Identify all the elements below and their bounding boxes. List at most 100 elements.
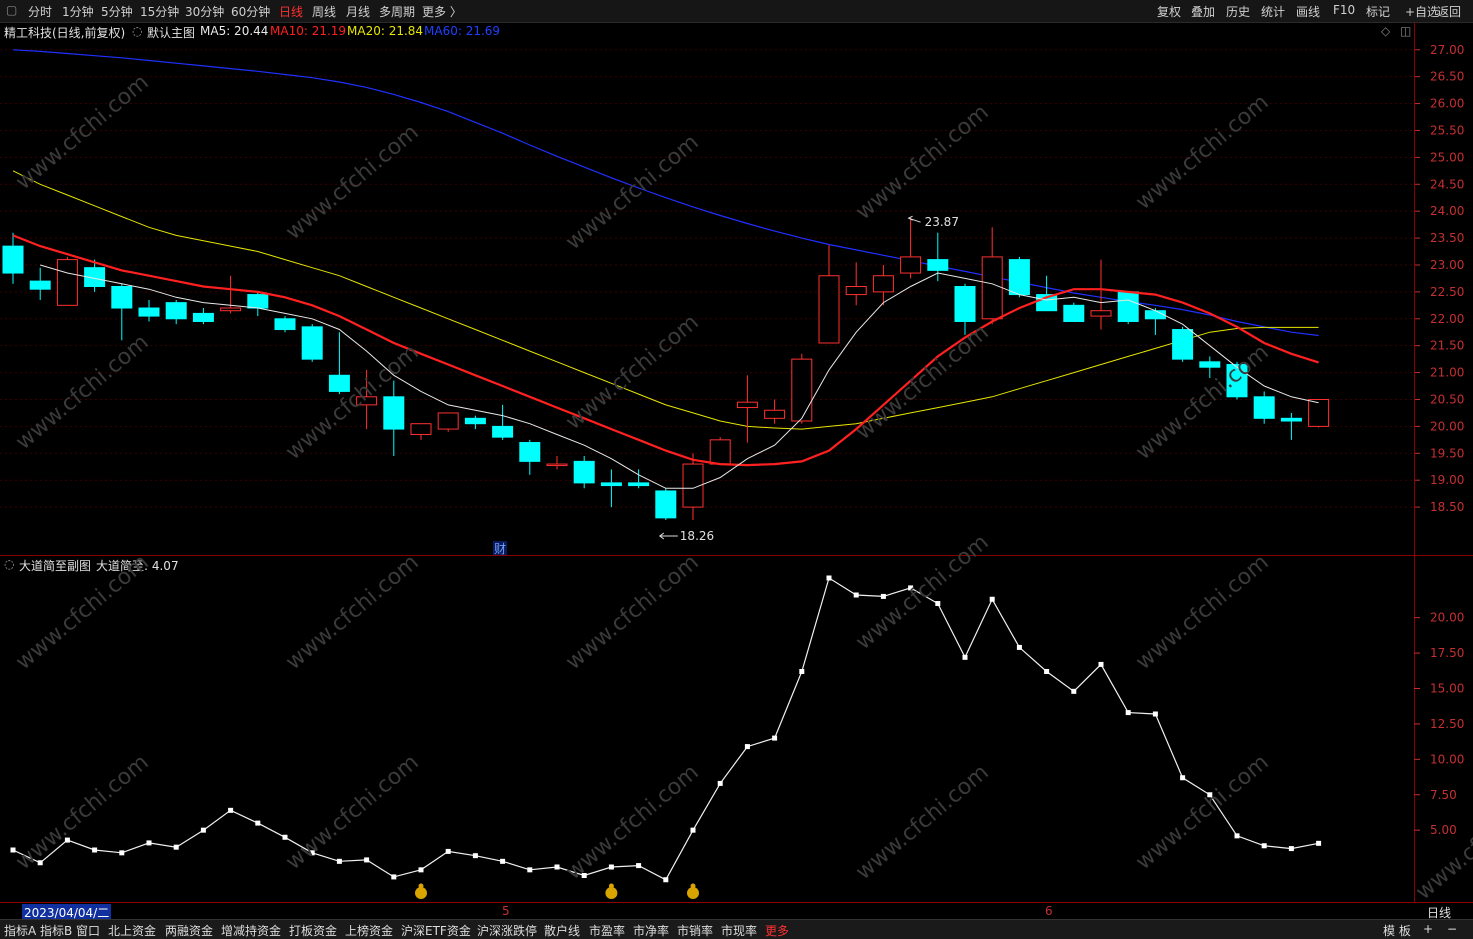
tool-button-7[interactable]: +自选 (1405, 3, 1439, 20)
month-label-5: 5 (502, 904, 510, 918)
period-tab-6[interactable]: 日线 (279, 3, 303, 20)
sub-y-tick-label: 15.00 (1430, 682, 1464, 696)
candle-body (356, 396, 378, 406)
indicator-chart[interactable]: 5.00 7.50 10.00 12.50 15.00 17.50 20.00 (0, 556, 1473, 902)
tool-button-6[interactable]: 标记 (1366, 3, 1390, 20)
indicator-tab-9[interactable]: 沪深涨跌停 (477, 922, 537, 939)
money-bag-knot (690, 883, 696, 889)
candle-body (247, 294, 269, 309)
candle-body (464, 417, 486, 425)
sub-y-tick-label: 12.50 (1430, 717, 1464, 731)
indicator-point (935, 601, 941, 606)
money-bag-icon (605, 887, 618, 899)
period-tab-10[interactable]: 更多 〉 (422, 3, 462, 20)
candle-body (1117, 291, 1139, 322)
indicator-point (255, 820, 261, 826)
candle-body (138, 307, 160, 317)
period-tab-4[interactable]: 30分钟 (185, 3, 224, 20)
indicator-tab-8[interactable]: 沪深ETF资金 (401, 922, 471, 939)
candle-body (954, 286, 976, 322)
period-tab-9[interactable]: 多周期 (379, 3, 415, 20)
tool-button-0[interactable]: 复权 (1157, 3, 1181, 20)
money-bag-icon (415, 887, 427, 899)
sub-y-tick-label: 7.50 (1430, 788, 1457, 802)
indicator-point (581, 873, 587, 878)
indicator-tab-14[interactable]: 市现率 (721, 922, 757, 939)
candle-body (1226, 364, 1248, 398)
indicator-point (690, 827, 696, 833)
y-tick-label: 27.00 (1430, 43, 1464, 57)
bottom-right-button-1[interactable]: + (1423, 922, 1433, 936)
indicator-tab-1[interactable]: 指标B (40, 922, 72, 939)
candle-body (192, 312, 214, 322)
bottom-right-button-2[interactable]: − (1447, 922, 1457, 936)
candle-body (29, 280, 51, 290)
top-toolbar: ▢ 分时 1分钟 5分钟 15分钟 30分钟 60分钟 日线 周线 月线 多周期 更多 〉 复权 叠加 历史… (0, 0, 1473, 23)
tool-button-5[interactable]: F10 (1333, 3, 1355, 17)
period-tab-3[interactable]: 15分钟 (140, 3, 179, 20)
indicator-tab-4[interactable]: 两融资金 (165, 922, 213, 939)
indicator-point (1044, 669, 1050, 674)
candle-body (519, 442, 541, 462)
indicator-tab-5[interactable]: 增减持资金 (221, 922, 281, 939)
candle-body (165, 302, 187, 320)
indicator-point (880, 593, 886, 599)
indicator-tab-15[interactable]: 更多 (765, 922, 789, 939)
tool-button-4[interactable]: 画线 (1296, 3, 1320, 20)
candle-body (1172, 329, 1194, 360)
indicator-point (1180, 775, 1186, 781)
indicator-tab-7[interactable]: 上榜资金 (345, 922, 393, 939)
period-tab-0[interactable]: 分时 (28, 3, 52, 20)
indicator-point (418, 867, 424, 873)
indicator-point (500, 858, 506, 864)
candle-body (981, 256, 1003, 320)
indicator-point (853, 592, 859, 598)
period-tab-5[interactable]: 60分钟 (231, 3, 270, 20)
y-tick-label: 22.50 (1430, 285, 1464, 299)
indicator-tab-2[interactable]: 窗口 (76, 922, 100, 939)
candle-body (927, 259, 949, 271)
y-tick-label: 24.00 (1430, 204, 1464, 218)
indicator-point (1261, 843, 1267, 849)
indicator-tab-12[interactable]: 市净率 (633, 922, 669, 939)
y-tick-label: 19.00 (1430, 473, 1464, 487)
period-tab-1[interactable]: 1分钟 (62, 3, 94, 20)
tool-button-2[interactable]: 历史 (1226, 3, 1250, 20)
tool-button-3[interactable]: 统计 (1261, 3, 1285, 20)
candle-body (111, 286, 133, 309)
indicator-tab-0[interactable]: 指标A (4, 922, 36, 939)
finance-marker: 财 (494, 542, 506, 556)
bottom-tabbar: 指标A 指标B 窗口 北上资金 两融资金 增减持资金 打板资金 上榜资金 沪深ETF资金 沪深涨跌… (0, 919, 1473, 939)
indicator-point (1152, 711, 1158, 717)
candle-body (1199, 361, 1221, 368)
indicator-tab-6[interactable]: 打板资金 (289, 922, 337, 939)
tool-button-1[interactable]: 叠加 (1191, 3, 1215, 20)
indicator-point (636, 863, 642, 869)
period-tab-7[interactable]: 周线 (312, 3, 336, 20)
indicator-point (64, 837, 70, 843)
candle-body (410, 423, 432, 435)
indicator-point (146, 840, 152, 846)
period-tab-2[interactable]: 5分钟 (101, 3, 133, 20)
candle-body (1308, 398, 1330, 427)
indicator-point (962, 654, 968, 660)
window-menu-icon[interactable]: ▢ (6, 3, 17, 17)
tool-button-8[interactable]: 返回 (1437, 3, 1461, 20)
y-tick-label: 18.50 (1430, 500, 1464, 514)
y-tick-label: 23.00 (1430, 258, 1464, 272)
candle-body (845, 286, 867, 296)
candle-body (709, 439, 731, 465)
indicator-point (989, 596, 995, 602)
candle-body (328, 374, 350, 392)
indicator-tab-10[interactable]: 散户线 (544, 922, 580, 939)
indicator-point (92, 847, 98, 853)
candlestick-chart[interactable]: 18.50 19.00 19.50 20.00 20.50 21.00 21.50 22.00… (0, 22, 1473, 556)
bottom-right-button-0[interactable]: 模 板 (1383, 922, 1411, 939)
candle-body (736, 401, 758, 409)
candle-body (628, 482, 650, 487)
indicator-tab-13[interactable]: 市销率 (677, 922, 713, 939)
indicator-tab-11[interactable]: 市盈率 (589, 922, 625, 939)
y-tick-label: 22.00 (1430, 312, 1464, 326)
period-tab-8[interactable]: 月线 (346, 3, 370, 20)
indicator-tab-3[interactable]: 北上资金 (108, 922, 156, 939)
